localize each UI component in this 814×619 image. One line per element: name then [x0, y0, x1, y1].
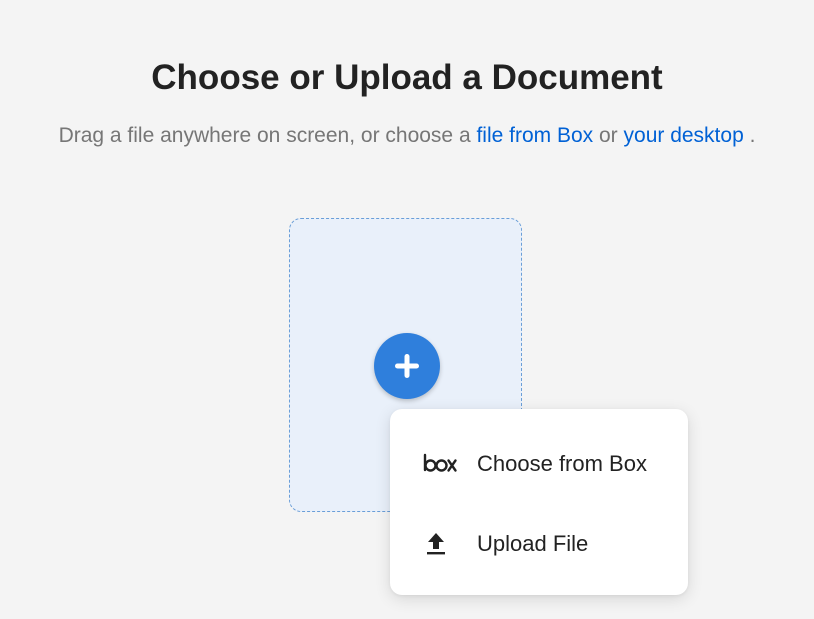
your-desktop-link[interactable]: your desktop — [624, 124, 744, 147]
file-from-box-link[interactable]: file from Box — [476, 124, 593, 147]
page-subtitle: Drag a file anywhere on screen, or choos… — [0, 124, 814, 148]
choose-from-box-label: Choose from Box — [477, 451, 647, 476]
subtitle-middle: or — [593, 124, 624, 147]
box-logo-icon — [423, 453, 457, 472]
plus-icon — [395, 354, 419, 378]
upload-file-label: Upload File — [477, 531, 589, 556]
subtitle-suffix: . — [743, 124, 756, 147]
upload-options-menu: Choose from Box Upload File — [390, 409, 688, 595]
add-document-button[interactable] — [374, 333, 440, 399]
upload-file-menu-item[interactable]: Upload File — [390, 513, 688, 573]
choose-from-box-menu-item[interactable]: Choose from Box — [390, 433, 688, 493]
page-title: Choose or Upload a Document — [151, 58, 663, 97]
upload-page: Choose or Upload a Document Drag a file … — [0, 0, 814, 619]
subtitle-prefix: Drag a file anywhere on screen, or choos… — [58, 124, 477, 147]
upload-icon — [427, 533, 445, 555]
